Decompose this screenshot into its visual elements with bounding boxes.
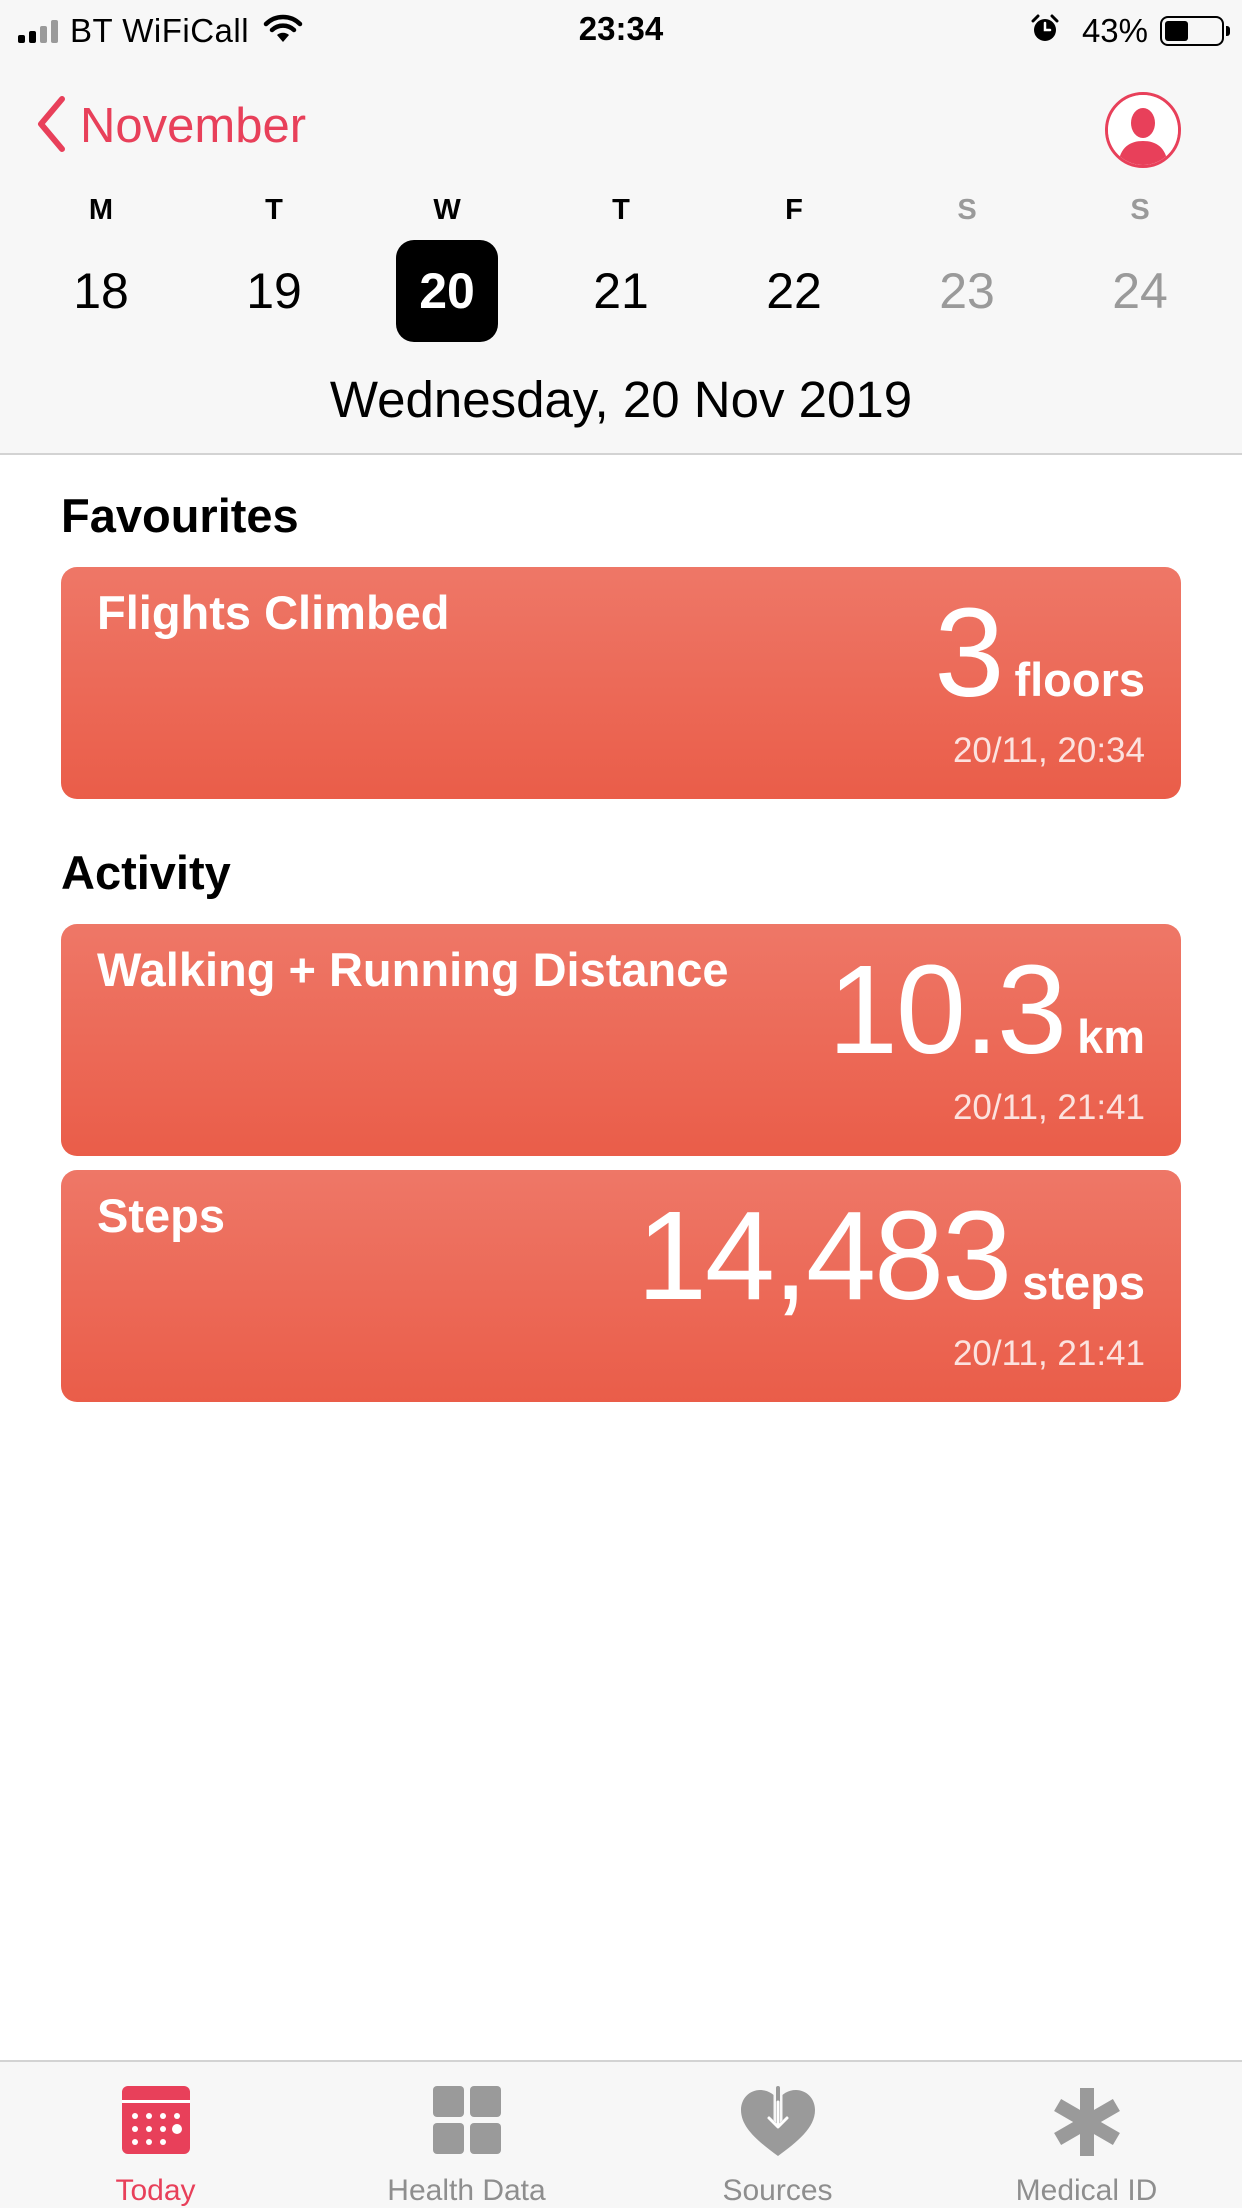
day-number: 18 <box>73 263 129 319</box>
chevron-left-icon <box>36 95 66 158</box>
card-value: 3 floors <box>934 582 1145 723</box>
asterisk-icon <box>1051 2086 1123 2163</box>
day-sunday[interactable]: S 24 <box>1085 190 1195 342</box>
flights-climbed-card[interactable]: Flights Climbed 3 floors 20/11, 20:34 <box>61 567 1181 799</box>
day-number: 19 <box>246 263 302 319</box>
card-timestamp: 20/11, 20:34 <box>952 731 1145 770</box>
card-value-unit: floors <box>1014 653 1145 706</box>
day-letter: F <box>785 194 803 226</box>
tab-bar: Today Health Data Sources Medical ID <box>0 2060 1242 2208</box>
card-timestamp: 20/11, 21:41 <box>952 1088 1145 1127</box>
card-timestamp: 20/11, 21:41 <box>952 1334 1145 1373</box>
day-letter: S <box>957 194 977 226</box>
profile-button[interactable] <box>1105 92 1181 168</box>
day-letter: W <box>433 194 461 226</box>
card-value-number: 10.3 <box>827 939 1067 1080</box>
alarm-icon <box>1030 14 1060 49</box>
day-letter: T <box>265 194 283 226</box>
week-strip: M 18 T 19 W 20 T 21 F 22 S 23 S 24 <box>0 190 1242 342</box>
day-letter: S <box>1130 194 1150 226</box>
battery-icon <box>1160 16 1230 46</box>
calendar-icon <box>121 2086 190 2159</box>
day-number: 22 <box>766 263 822 319</box>
day-tuesday[interactable]: T 19 <box>219 190 329 342</box>
day-friday[interactable]: F 22 <box>739 190 849 342</box>
day-saturday[interactable]: S 23 <box>912 190 1022 342</box>
back-label: November <box>80 99 307 153</box>
back-button[interactable]: November <box>36 94 306 158</box>
tab-label: Medical ID <box>1015 2174 1158 2207</box>
card-value-unit: km <box>1077 1010 1145 1063</box>
card-value: 14,483 steps <box>636 1185 1145 1326</box>
favourites-heading: Favourites <box>61 489 299 542</box>
day-number: 20 <box>396 240 498 342</box>
activity-heading: Activity <box>61 846 231 899</box>
day-wednesday-selected[interactable]: W 20 <box>392 190 502 342</box>
card-value-unit: steps <box>1022 1256 1145 1309</box>
day-number: 21 <box>593 263 649 319</box>
card-value: 10.3 km <box>827 939 1145 1080</box>
day-number: 24 <box>1112 263 1168 319</box>
day-letter: T <box>612 194 630 226</box>
day-number: 23 <box>939 263 995 319</box>
day-thursday[interactable]: T 21 <box>566 190 676 342</box>
card-value-number: 3 <box>934 582 1004 723</box>
card-value-number: 14,483 <box>636 1185 1012 1326</box>
heart-download-icon <box>739 2086 817 2163</box>
tab-label: Health Data <box>387 2174 546 2207</box>
tab-sources[interactable]: Sources <box>622 2062 933 2208</box>
battery-percent: 43% <box>1081 12 1148 49</box>
walking-running-distance-card[interactable]: Walking + Running Distance 10.3 km 20/11… <box>61 924 1181 1156</box>
day-monday[interactable]: M 18 <box>46 190 156 342</box>
card-title: Flights Climbed <box>97 586 450 639</box>
status-bar: BT WiFiCall 23:34 43% <box>0 0 1242 62</box>
tab-label: Today <box>115 2174 196 2207</box>
card-title: Walking + Running Distance <box>97 943 729 996</box>
status-right: 43% <box>1030 10 1230 52</box>
day-letter: M <box>88 194 114 226</box>
grid-icon <box>432 2086 501 2159</box>
calendar-header: November M 18 T 19 W 20 T 21 F 22 S 23 S… <box>0 62 1242 455</box>
profile-icon <box>1108 95 1178 165</box>
tab-health-data[interactable]: Health Data <box>311 2062 622 2208</box>
tab-today[interactable]: Today <box>0 2062 311 2208</box>
card-title: Steps <box>97 1189 225 1242</box>
steps-card[interactable]: Steps 14,483 steps 20/11, 21:41 <box>61 1170 1181 1402</box>
tab-medical-id[interactable]: Medical ID <box>931 2062 1242 2208</box>
selected-date-label: Wednesday, 20 Nov 2019 <box>329 371 913 428</box>
tab-label: Sources <box>722 2174 833 2207</box>
